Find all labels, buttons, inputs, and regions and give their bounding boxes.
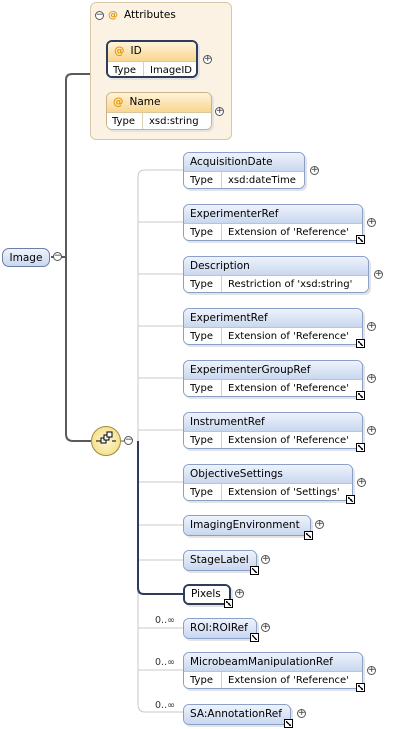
type-value: Extension of 'Reference' [228, 435, 349, 446]
reference-link-icon[interactable] [304, 531, 313, 540]
reference-link-icon[interactable] [356, 443, 365, 452]
type-value: Extension of 'Settings' [228, 487, 340, 498]
reference-link-icon[interactable] [356, 339, 365, 348]
element-name: MicrobeamManipulationRef [184, 653, 362, 671]
element-acquisition-date[interactable]: AcquisitionDate Type xsd:dateTime [183, 152, 305, 189]
occurrence-label: 0..∞ [155, 657, 175, 668]
element-name: Pixels [185, 586, 229, 603]
element-name: ExperimenterGroupRef [184, 361, 362, 379]
type-value: Extension of 'Reference' [228, 331, 349, 342]
element-objective-settings[interactable]: ObjectiveSettings Type Extension of 'Sett… [183, 464, 353, 501]
attributes-title: Attributes [124, 9, 176, 21]
element-instrument-ref[interactable]: InstrumentRef Type Extension of 'Referenc… [183, 412, 363, 449]
element-stage-label[interactable]: StageLabel [183, 550, 257, 571]
expand-icon[interactable]: + [203, 55, 212, 64]
collapse-icon[interactable]: − [53, 252, 62, 261]
element-name: ObjectiveSettings [184, 465, 352, 483]
attribute-icon: @ [114, 45, 125, 57]
element-name: AcquisitionDate [184, 153, 304, 171]
expand-icon[interactable]: + [235, 589, 244, 598]
element-experimenter-group-ref[interactable]: ExperimenterGroupRef Type Extension of 'R… [183, 360, 363, 397]
element-name: ExperimenterRef [184, 205, 362, 223]
type-key: Type [184, 328, 222, 344]
expand-icon[interactable]: + [315, 520, 324, 529]
element-name: SA:AnnotationRef [184, 705, 290, 724]
element-name: ExperimentRef [184, 309, 362, 327]
element-experimenter-ref[interactable]: ExperimenterRef Type Extension of 'Refere… [183, 204, 363, 241]
reference-link-icon[interactable] [250, 633, 259, 642]
type-value: xsd:dateTime [228, 175, 296, 186]
type-value: Restriction of 'xsd:string' [228, 279, 353, 290]
root-element-image[interactable]: Image [2, 248, 50, 267]
reference-link-icon[interactable] [356, 683, 365, 692]
type-key: Type [108, 62, 144, 76]
element-microbeam-manipulation-ref[interactable]: MicrobeamManipulationRef Type Extension o… [183, 652, 363, 689]
expand-icon[interactable]: + [215, 107, 224, 116]
expand-icon[interactable]: + [367, 426, 376, 435]
element-name: ImagingEnvironment [184, 516, 310, 535]
element-sa-annotation-ref[interactable]: SA:AnnotationRef [183, 704, 291, 725]
expand-icon[interactable]: + [367, 218, 376, 227]
reference-link-icon[interactable] [356, 235, 365, 244]
reference-link-icon[interactable] [346, 495, 355, 504]
attribute-name[interactable]: @ Name Type xsd:string [106, 92, 212, 130]
type-key: Type [184, 224, 222, 240]
attribute-icon: @ [113, 96, 124, 108]
reference-link-icon[interactable] [224, 599, 233, 608]
collapse-icon[interactable]: − [124, 436, 133, 445]
element-experiment-ref[interactable]: ExperimentRef Type Extension of 'Referenc… [183, 308, 363, 345]
type-value: xsd:string [149, 116, 199, 127]
element-name: ROI:ROIRef [184, 619, 256, 638]
sequence-compositor-icon[interactable] [91, 426, 121, 456]
element-imaging-environment[interactable]: ImagingEnvironment [183, 515, 311, 536]
reference-link-icon[interactable] [356, 391, 365, 400]
expand-icon[interactable]: + [261, 623, 270, 632]
type-key: Type [184, 380, 222, 396]
type-value: Extension of 'Reference' [228, 383, 349, 394]
type-value: Extension of 'Reference' [228, 675, 349, 686]
type-value: Extension of 'Reference' [228, 227, 349, 238]
expand-icon[interactable]: + [357, 478, 366, 487]
type-key: Type [184, 172, 222, 188]
expand-icon[interactable]: + [374, 270, 383, 279]
expand-icon[interactable]: + [261, 555, 270, 564]
attribute-name: Name [129, 96, 161, 108]
type-key: Type [107, 113, 143, 129]
expand-icon[interactable]: + [367, 322, 376, 331]
element-name: Description [184, 257, 368, 275]
type-key: Type [184, 432, 222, 448]
element-description[interactable]: Description Type Restriction of 'xsd:stri… [183, 256, 369, 293]
attribute-id[interactable]: @ ID Type ImageID [106, 40, 198, 78]
expand-icon[interactable]: + [367, 374, 376, 383]
attribute-name: ID [130, 45, 142, 57]
type-value: ImageID [150, 65, 192, 76]
occurrence-label: 0..∞ [155, 615, 175, 626]
element-roi-ref[interactable]: ROI:ROIRef [183, 618, 257, 639]
occurrence-label: 0..∞ [155, 700, 175, 711]
sequence-icon [96, 431, 116, 444]
expand-icon[interactable]: + [367, 666, 376, 675]
expand-icon[interactable]: + [297, 709, 306, 718]
type-key: Type [184, 276, 222, 292]
collapse-icon[interactable]: − [95, 10, 104, 20]
element-name: InstrumentRef [184, 413, 362, 431]
type-key: Type [184, 484, 222, 500]
element-name: StageLabel [184, 551, 256, 570]
expand-icon[interactable]: + [310, 166, 319, 175]
reference-link-icon[interactable] [250, 566, 259, 575]
type-key: Type [184, 672, 222, 688]
reference-link-icon[interactable] [284, 719, 293, 728]
attribute-icon: @ [108, 9, 118, 21]
